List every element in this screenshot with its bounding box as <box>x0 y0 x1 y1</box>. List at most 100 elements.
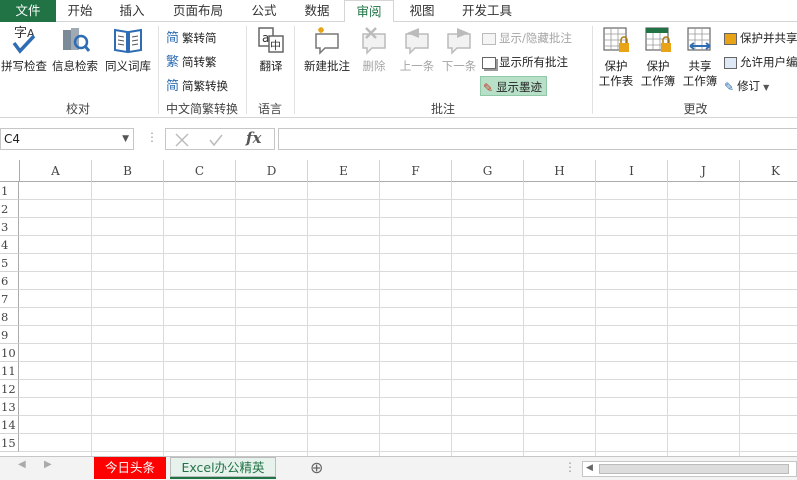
translate-button[interactable]: a 中 翻译 <box>252 24 290 74</box>
previous-comment-label: 上一条 <box>399 59 435 73</box>
scroll-right-icon[interactable]: ▶ <box>44 459 52 470</box>
row-header[interactable]: 7 <box>0 290 19 308</box>
show-all-comments-button[interactable]: 显示所有批注 <box>482 52 568 72</box>
column-header[interactable]: H <box>524 160 596 182</box>
column-header[interactable]: F <box>380 160 452 182</box>
cancel-icon[interactable] <box>174 132 190 148</box>
share-workbook-button[interactable]: 共享 工作簿 <box>680 24 720 89</box>
row-header[interactable]: 6 <box>0 272 19 290</box>
new-comment-label: 新建批注 <box>304 59 350 73</box>
scroll-left-icon[interactable]: ◀ <box>18 459 26 470</box>
row-header[interactable]: 3 <box>0 218 19 236</box>
column-header[interactable]: K <box>740 160 797 182</box>
row-header[interactable]: 2 <box>0 200 19 218</box>
row-header[interactable]: 12 <box>0 380 19 398</box>
chevron-down-icon: ▼ <box>763 83 770 92</box>
row-header[interactable]: 15 <box>0 434 19 452</box>
row-header[interactable]: 13 <box>0 398 19 416</box>
row-gridline <box>19 361 797 362</box>
protect-sheet-button[interactable]: 保护 工作表 <box>596 24 636 89</box>
chevron-down-icon[interactable]: ▼ <box>122 129 129 149</box>
column-gridline <box>307 182 308 456</box>
column-header[interactable]: E <box>308 160 380 182</box>
next-comment-button[interactable]: 下一条 <box>438 24 480 74</box>
new-comment-button[interactable]: 新建批注 <box>300 24 354 74</box>
row-header[interactable]: 14 <box>0 416 19 434</box>
horizontal-scrollbar[interactable]: ◀ <box>582 461 797 477</box>
column-header[interactable]: G <box>452 160 524 182</box>
column-header[interactable]: C <box>164 160 236 182</box>
show-ink-button[interactable]: ✎ 显示墨迹 <box>480 76 548 96</box>
allow-edit-icon <box>724 56 737 69</box>
tab-view[interactable]: 视图 <box>396 0 448 22</box>
sheet-tab[interactable]: 今日头条 <box>94 457 166 479</box>
row-gridline <box>19 253 797 254</box>
previous-comment-icon <box>405 28 429 55</box>
protect-and-share-button[interactable]: 保护并共享 <box>724 28 797 48</box>
row-header[interactable]: 8 <box>0 308 19 326</box>
tab-developer[interactable]: 开发工具 <box>452 0 522 22</box>
tab-home[interactable]: 开始 <box>56 0 104 22</box>
formula-input[interactable] <box>278 128 797 150</box>
tab-formulas[interactable]: 公式 <box>238 0 290 22</box>
insert-function-icon[interactable]: fx <box>246 129 261 147</box>
split-handle-icon[interactable]: ⋮ <box>564 460 576 474</box>
row-header[interactable]: 10 <box>0 344 19 362</box>
row-header[interactable]: 4 <box>0 236 19 254</box>
column-header[interactable]: D <box>236 160 308 182</box>
row-header[interactable]: 11 <box>0 362 19 380</box>
spell-check-icon: 字 A <box>12 26 36 54</box>
name-box[interactable]: C4 ▼ <box>0 128 134 150</box>
sheet-tab-active[interactable]: Excel办公精英 <box>170 457 276 479</box>
row-header[interactable]: 5 <box>0 254 19 272</box>
add-sheet-icon[interactable]: ⊕ <box>310 458 323 477</box>
delete-comment-button[interactable]: 删除 <box>356 24 392 74</box>
spelling-label: 拼写检查 <box>1 59 47 73</box>
tab-page-layout[interactable]: 页面布局 <box>160 0 236 22</box>
column-header[interactable]: J <box>668 160 740 182</box>
row-header[interactable]: 1 <box>0 182 19 200</box>
row-gridline <box>19 325 797 326</box>
tab-insert[interactable]: 插入 <box>106 0 158 22</box>
thesaurus-button[interactable]: 同义词库 <box>102 24 154 74</box>
tab-file[interactable]: 文件 <box>0 0 56 22</box>
traditional-to-simplified-button[interactable]: 简繁转简 <box>166 28 217 48</box>
group-label-language: 语言 <box>257 102 282 116</box>
show-hide-comment-label: 显示/隐藏批注 <box>499 31 572 45</box>
show-hide-comment-button[interactable]: 显示/隐藏批注 <box>482 28 572 48</box>
row-gridline <box>19 289 797 290</box>
track-changes-button[interactable]: ✎ 修订 ▼ <box>724 76 769 96</box>
scroll-thumb[interactable] <box>599 464 789 474</box>
t2s-label: 繁转简 <box>182 31 217 45</box>
research-button[interactable]: 信息检索 <box>50 24 100 74</box>
worksheet-grid[interactable]: A B C D E F G H I J K 1 2 3 4 5 6 7 8 9 … <box>0 160 797 456</box>
track-changes-icon: ✎ <box>724 79 735 94</box>
column-gridline <box>523 182 524 456</box>
t2s-icon: 简 <box>166 30 180 46</box>
previous-comment-button[interactable]: 上一条 <box>396 24 438 74</box>
column-gridline <box>163 182 164 456</box>
allow-edit-label: 允许用户编 <box>740 55 797 69</box>
row-header[interactable]: 9 <box>0 326 19 344</box>
row-gridline <box>19 271 797 272</box>
tab-review[interactable]: 审阅 <box>344 0 394 23</box>
row-gridline <box>19 379 797 380</box>
drag-handle-icon[interactable]: ⋮ <box>146 130 158 144</box>
column-header[interactable]: B <box>92 160 164 182</box>
simplified-to-traditional-button[interactable]: 繁简转繁 <box>166 52 217 72</box>
column-header[interactable]: A <box>20 160 92 182</box>
column-header[interactable]: I <box>596 160 668 182</box>
tab-data[interactable]: 数据 <box>292 0 342 22</box>
allow-users-edit-button[interactable]: 允许用户编 <box>724 52 797 72</box>
ribbon-separator <box>592 26 593 114</box>
select-all-corner[interactable] <box>0 160 20 182</box>
show-ink-label: 显示墨迹 <box>496 80 543 94</box>
enter-icon[interactable] <box>208 132 224 148</box>
spelling-button[interactable]: 字 A 拼写检查 <box>0 24 48 74</box>
group-label-changes: 更改 <box>683 102 708 116</box>
protect-workbook-icon <box>645 27 671 52</box>
protect-workbook-button[interactable]: 保护 工作簿 <box>638 24 678 89</box>
chinese-conversion-button[interactable]: 简简繁转换 <box>166 76 228 96</box>
scroll-left-arrow-icon[interactable]: ◀ <box>586 463 593 473</box>
row-gridline <box>19 415 797 416</box>
